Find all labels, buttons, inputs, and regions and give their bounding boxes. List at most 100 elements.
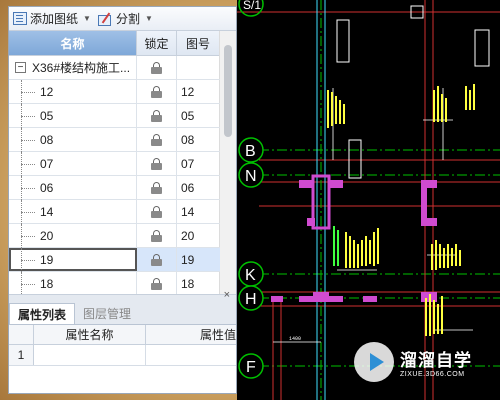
- axis-marker-f: F: [238, 353, 264, 379]
- tree-row[interactable]: 06 06: [9, 176, 220, 200]
- lock-cell[interactable]: [137, 152, 177, 175]
- property-row[interactable]: 1: [9, 345, 236, 366]
- number-cell[interactable]: 20: [177, 224, 220, 247]
- close-icon[interactable]: ×: [224, 289, 230, 301]
- number-cell[interactable]: 14: [177, 200, 220, 223]
- lock-icon[interactable]: [151, 157, 162, 170]
- add-drawing-button[interactable]: 添加图纸 ▼: [13, 10, 91, 27]
- number-cell[interactable]: 05: [177, 104, 220, 127]
- number-cell[interactable]: 19: [177, 248, 220, 271]
- lock-cell[interactable]: [137, 176, 177, 199]
- tree-row[interactable]: 07 07: [9, 152, 220, 176]
- scrollbar-thumb[interactable]: [224, 45, 232, 137]
- dimension-text: 1400: [289, 336, 301, 342]
- watermark: 溜溜自学 ZIXUE.3D66.COM: [354, 337, 472, 387]
- tree-parent-label: X36#楼结构施工...: [32, 61, 131, 75]
- tree-row[interactable]: 20 20: [9, 224, 220, 248]
- tree-row[interactable]: 08 08: [9, 128, 220, 152]
- split-button[interactable]: 分割 ▼: [97, 10, 153, 27]
- wall-segment: [421, 218, 437, 226]
- column-header-property-value[interactable]: 属性值: [146, 325, 236, 344]
- axis-marker-h: H: [238, 285, 264, 311]
- tree-row-label: 18: [40, 276, 54, 291]
- lock-cell[interactable]: [137, 224, 177, 247]
- split-label: 分割: [115, 12, 140, 26]
- tree-name-cell: 07: [9, 152, 137, 176]
- column-header-number[interactable]: 图号: [177, 31, 220, 55]
- label-box: [348, 139, 362, 179]
- lock-cell[interactable]: [137, 128, 177, 151]
- collapse-toggle-icon[interactable]: −: [15, 62, 26, 73]
- tree-name-cell: 08: [9, 128, 137, 152]
- dropdown-caret-icon[interactable]: ▼: [145, 14, 153, 23]
- axis-label-f: F: [246, 359, 256, 376]
- tree-name-cell: 19: [9, 248, 137, 272]
- axis-label-b: B: [245, 143, 256, 160]
- number-cell[interactable]: 08: [177, 128, 220, 151]
- tab-property-list[interactable]: 属性列表: [9, 303, 76, 324]
- lock-cell[interactable]: [137, 200, 177, 223]
- tree-name-cell: 12: [9, 80, 137, 104]
- lock-icon[interactable]: [151, 277, 162, 290]
- tree-name-cell: 20: [9, 224, 137, 248]
- lock-icon[interactable]: [151, 181, 162, 194]
- dropdown-caret-icon[interactable]: ▼: [83, 14, 91, 23]
- number-cell: [177, 56, 220, 79]
- wall-segment: [307, 218, 315, 226]
- lock-cell[interactable]: [137, 248, 177, 271]
- tree-row-selected[interactable]: 19 19: [9, 248, 220, 272]
- axis-label-n: N: [245, 168, 257, 185]
- tree-scrollbar[interactable]: [219, 31, 236, 294]
- lock-icon[interactable]: [151, 85, 162, 98]
- column-header-lock[interactable]: 锁定: [137, 31, 177, 55]
- lock-icon[interactable]: [151, 61, 162, 74]
- row-index: 1: [9, 345, 34, 365]
- wall-segment: [421, 188, 427, 218]
- drawing-sheet-icon: [13, 12, 27, 25]
- lock-icon[interactable]: [151, 205, 162, 218]
- lock-cell[interactable]: [137, 80, 177, 103]
- tree-row[interactable]: 14 14: [9, 200, 220, 224]
- property-name-cell[interactable]: [34, 345, 146, 365]
- tree-connector: [21, 284, 35, 285]
- add-drawing-label: 添加图纸: [30, 12, 79, 26]
- lock-cell[interactable]: [137, 272, 177, 295]
- panel-splitter[interactable]: [9, 294, 236, 303]
- column-header-property-name[interactable]: 属性名称: [34, 325, 146, 344]
- drawing-manager-panel: 添加图纸 ▼ 分割 ▼ 名称 锁定 图号 − X36#楼结构施工... 12 1…: [8, 6, 237, 394]
- wall-segment: [299, 296, 313, 302]
- lock-icon[interactable]: [151, 253, 162, 266]
- tree-connector: [21, 116, 35, 117]
- number-cell[interactable]: 12: [177, 80, 220, 103]
- tree-connector: [21, 212, 35, 213]
- axis-label-top: S/1: [243, 0, 261, 12]
- column-header-name[interactable]: 名称: [9, 31, 137, 55]
- tab-layer-management[interactable]: 图层管理: [75, 303, 139, 324]
- tree-name-cell: 14: [9, 200, 137, 224]
- lock-icon[interactable]: [151, 109, 162, 122]
- number-cell[interactable]: 18: [177, 272, 220, 295]
- wall-segment: [363, 296, 377, 302]
- axis-label-k: K: [245, 267, 256, 284]
- lock-cell[interactable]: [137, 104, 177, 127]
- lock-icon[interactable]: [151, 133, 162, 146]
- tree-connector: [21, 188, 35, 189]
- tree-row-label: 19: [40, 252, 54, 267]
- tree-row[interactable]: 05 05: [9, 104, 220, 128]
- tree-row-label: 14: [40, 204, 54, 219]
- tree-row-label: 06: [40, 180, 54, 195]
- watermark-title: 溜溜自学: [400, 351, 472, 370]
- beam-annotation: [345, 228, 379, 268]
- tree-row[interactable]: 12 12: [9, 80, 220, 104]
- tree-row[interactable]: 18 18: [9, 272, 220, 296]
- number-cell[interactable]: 07: [177, 152, 220, 175]
- axis-marker-top: S/1: [238, 0, 264, 17]
- drawing-tree: − X36#楼结构施工... 12 12 05 05 08 08 07 07 0…: [9, 56, 220, 320]
- lock-icon[interactable]: [151, 229, 162, 242]
- lock-cell[interactable]: [137, 56, 177, 79]
- number-cell[interactable]: 06: [177, 176, 220, 199]
- tree-parent-row[interactable]: − X36#楼结构施工...: [9, 56, 220, 80]
- split-icon: [97, 12, 113, 26]
- axis-label-h: H: [245, 291, 257, 308]
- tree-connector: [21, 140, 35, 141]
